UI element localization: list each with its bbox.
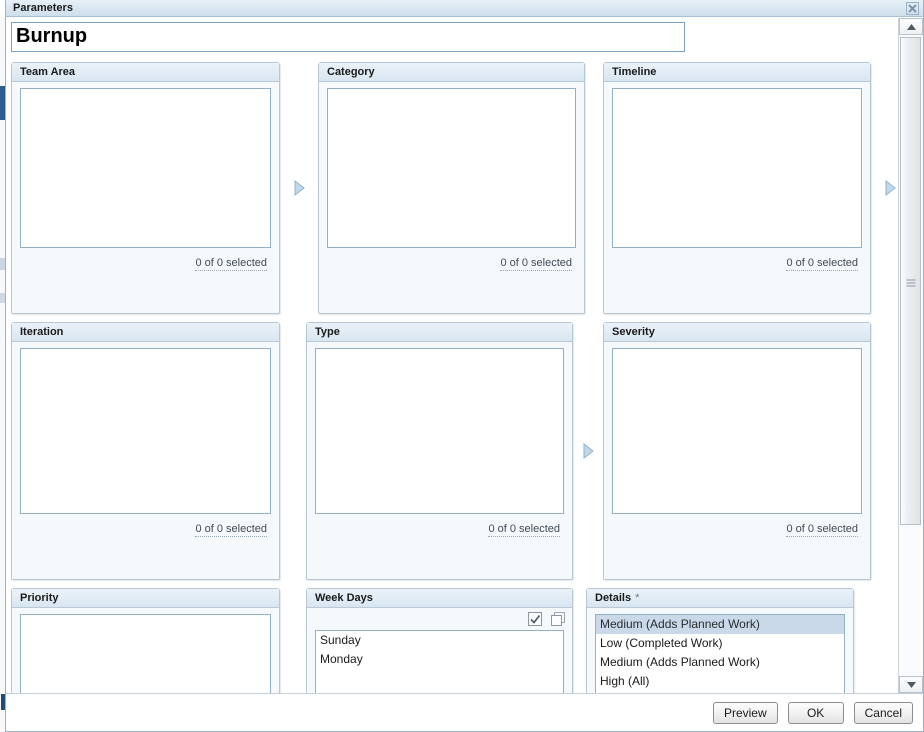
listbox-priority[interactable] — [20, 614, 271, 693]
panel-timeline: Timeline 0 of 0 selected — [603, 62, 871, 314]
panel-row-1: Team Area 0 of 0 selected Category 0 of … — [11, 62, 899, 314]
panel-header-week-days: Week Days — [307, 589, 572, 608]
list-item[interactable]: Low (Completed Work) — [596, 634, 844, 653]
scroll-down-arrow-icon[interactable] — [899, 676, 923, 693]
list-item-selected[interactable]: Medium (Adds Planned Work) — [596, 615, 844, 634]
select-all-icon[interactable] — [528, 611, 543, 627]
panel-title-timeline: Timeline — [612, 65, 657, 78]
panel-title-severity: Severity — [612, 325, 655, 338]
panel-body-severity: 0 of 0 selected — [604, 342, 870, 537]
panel-body-type: 0 of 0 selected — [307, 342, 572, 537]
panel-header-category: Category — [319, 63, 584, 82]
ok-button[interactable]: OK — [787, 701, 844, 724]
panel-body-details: Medium (Adds Planned Work) Low (Complete… — [587, 608, 853, 693]
panel-header-type: Type — [307, 323, 572, 342]
parameters-scroll-region: Team Area 0 of 0 selected Category 0 of … — [11, 56, 899, 693]
listbox-details[interactable]: Medium (Adds Planned Work) Low (Complete… — [595, 614, 845, 693]
panel-body-week-days: Sunday Monday — [307, 630, 572, 693]
panel-priority: Priority — [11, 588, 280, 693]
listbox-category[interactable] — [327, 88, 576, 248]
vertical-scroll-thumb[interactable] — [900, 37, 921, 525]
report-name-row — [11, 22, 685, 52]
panel-header-priority: Priority — [12, 589, 279, 608]
listbox-timeline[interactable] — [612, 88, 862, 248]
panel-title-week-days: Week Days — [315, 591, 373, 604]
panel-details: Details * Medium (Adds Planned Work) Low… — [586, 588, 854, 693]
deselect-all-icon[interactable] — [551, 611, 566, 627]
list-item[interactable]: Sunday — [316, 631, 563, 650]
selected-count-iteration[interactable]: 0 of 0 selected — [195, 523, 267, 537]
selected-count-severity[interactable]: 0 of 0 selected — [786, 523, 858, 537]
dialog-titlebar: Parameters — [6, 0, 923, 17]
panel-row-3: Priority Week Days Sunday Monday Details… — [11, 588, 899, 693]
required-marker-details: * — [635, 591, 640, 604]
panel-body-team-area: 0 of 0 selected — [12, 82, 279, 271]
panel-body-iteration: 0 of 0 selected — [12, 342, 279, 537]
close-icon[interactable] — [906, 2, 919, 15]
listbox-week-days[interactable]: Sunday Monday — [315, 630, 564, 693]
selcount-wrap-type: 0 of 0 selected — [315, 514, 564, 537]
list-item[interactable]: Medium (Adds Planned Work) — [596, 653, 844, 672]
panel-body-category: 0 of 0 selected — [319, 82, 584, 271]
panel-title-details: Details — [595, 591, 632, 604]
listbox-severity[interactable] — [612, 348, 862, 514]
list-item[interactable]: Monday — [316, 650, 563, 669]
selcount-wrap-iteration: 0 of 0 selected — [20, 514, 271, 537]
panel-title-team-area: Team Area — [20, 65, 76, 78]
panel-team-area: Team Area 0 of 0 selected — [11, 62, 280, 314]
selected-count-timeline[interactable]: 0 of 0 selected — [786, 257, 858, 271]
expand-arrow-timeline[interactable] — [881, 177, 899, 199]
parameters-dialog: Parameters Team Area 0 of 0 selected — [5, 0, 924, 732]
scroll-track[interactable] — [899, 35, 923, 676]
panel-week-days: Week Days Sunday Monday — [306, 588, 573, 693]
panel-header-timeline: Timeline — [604, 63, 870, 82]
panel-title-iteration: Iteration — [20, 325, 64, 338]
listbox-team-area[interactable] — [20, 88, 271, 248]
listbox-type[interactable] — [315, 348, 564, 514]
panel-title-type: Type — [315, 325, 340, 338]
selcount-wrap-timeline: 0 of 0 selected — [612, 248, 862, 271]
dialog-footer: Preview OK Cancel — [6, 693, 923, 731]
dialog-title: Parameters — [13, 1, 73, 14]
panel-title-priority: Priority — [20, 591, 59, 604]
scroll-grip-icon — [906, 278, 915, 287]
list-item[interactable]: High (All) — [596, 672, 844, 691]
panel-body-priority — [12, 608, 279, 693]
report-name-input[interactable] — [11, 22, 685, 52]
expand-arrow-type[interactable] — [579, 440, 597, 462]
expand-arrow-team-area[interactable] — [290, 177, 308, 199]
panel-header-severity: Severity — [604, 323, 870, 342]
panel-body-timeline: 0 of 0 selected — [604, 82, 870, 271]
vertical-scrollbar[interactable] — [898, 18, 923, 693]
scroll-up-arrow-icon[interactable] — [899, 18, 923, 35]
selcount-wrap-category: 0 of 0 selected — [327, 248, 576, 271]
selected-count-team-area[interactable]: 0 of 0 selected — [195, 257, 267, 271]
panel-title-category: Category — [327, 65, 375, 78]
panel-iteration: Iteration 0 of 0 selected — [11, 322, 280, 580]
panel-category: Category 0 of 0 selected — [318, 62, 585, 314]
preview-button[interactable]: Preview — [712, 701, 778, 724]
week-days-toolbar — [307, 608, 572, 630]
selcount-wrap-severity: 0 of 0 selected — [612, 514, 862, 537]
panel-header-team-area: Team Area — [12, 63, 279, 82]
cancel-button[interactable]: Cancel — [853, 701, 913, 724]
listbox-iteration[interactable] — [20, 348, 271, 514]
panel-severity: Severity 0 of 0 selected — [603, 322, 871, 580]
selected-count-category[interactable]: 0 of 0 selected — [500, 257, 572, 271]
selected-count-type[interactable]: 0 of 0 selected — [488, 523, 560, 537]
panel-header-details: Details * — [587, 589, 853, 608]
panel-header-iteration: Iteration — [12, 323, 279, 342]
panel-type: Type 0 of 0 selected — [306, 322, 573, 580]
selcount-wrap-team-area: 0 of 0 selected — [20, 248, 271, 271]
panel-row-2: Iteration 0 of 0 selected Type 0 of 0 se… — [11, 322, 899, 580]
